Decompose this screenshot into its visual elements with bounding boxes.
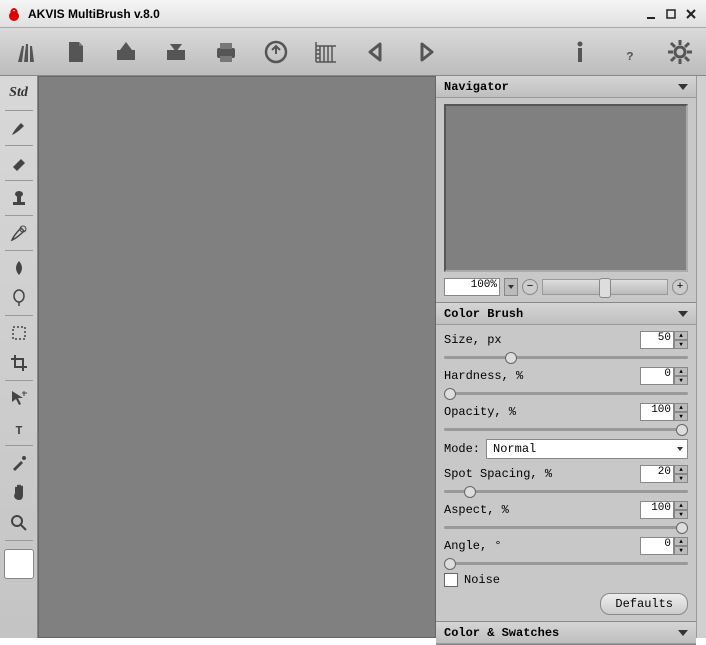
crop-tool[interactable] [2,349,36,377]
mode-select[interactable]: Normal [486,439,688,459]
mode-value: Normal [493,442,536,456]
zoom-in-button[interactable]: + [672,279,688,295]
angle-down[interactable]: ▼ [674,546,688,555]
standard-tools-toggle[interactable]: Std [2,79,36,107]
blur-tool[interactable] [2,254,36,282]
hand-tool[interactable] [2,479,36,507]
tool-sidebar: Std T [0,76,38,638]
color-brush-title: Color Brush [444,307,523,321]
angle-label: Angle, ° [444,539,502,553]
noise-checkbox[interactable] [444,573,458,587]
import-button[interactable] [258,34,294,70]
aspect-slider[interactable] [444,521,688,533]
spot-down[interactable]: ▼ [674,474,688,483]
app-logo-icon [6,6,22,22]
spot-spacing-label: Spot Spacing, % [444,467,552,481]
open-file-button[interactable] [108,34,144,70]
zoom-tool[interactable] [2,509,36,537]
opacity-slider[interactable] [444,423,688,435]
eyedropper-tool[interactable] [2,449,36,477]
zoom-value-field[interactable]: 100% [444,278,500,296]
settings-button[interactable] [662,34,698,70]
angle-slider[interactable] [444,557,688,569]
info-button[interactable] [562,34,598,70]
collapse-icon [678,311,688,317]
opacity-up[interactable]: ▲ [674,403,688,412]
brushes-button[interactable] [8,34,44,70]
selection-tool[interactable] [2,319,36,347]
collapse-icon [678,630,688,636]
color-brush-header[interactable]: Color Brush [436,303,696,325]
hardness-label: Hardness, % [444,369,523,383]
navigator-panel: Navigator 100% − + [436,76,696,303]
lighten-tool[interactable] [2,284,36,312]
back-button[interactable] [358,34,394,70]
maximize-button[interactable] [662,6,680,22]
history-brush-tool[interactable] [2,219,36,247]
size-slider[interactable] [444,351,688,363]
close-button[interactable] [682,6,700,22]
noise-label: Noise [464,573,500,587]
size-down[interactable]: ▼ [674,340,688,349]
chevron-down-icon [677,447,683,451]
aspect-down[interactable]: ▼ [674,510,688,519]
mode-label: Mode: [444,442,480,456]
swatches-title: Color & Swatches [444,626,559,640]
zoom-out-button[interactable]: − [522,279,538,295]
batch-button[interactable] [308,34,344,70]
defaults-button[interactable]: Defaults [600,593,688,615]
collapse-icon [678,84,688,90]
window-title: AKVIS MultiBrush v.8.0 [28,7,160,21]
navigator-preview[interactable] [444,104,688,272]
size-up[interactable]: ▲ [674,331,688,340]
svg-text:?: ? [626,50,633,64]
help-button[interactable]: ? [612,34,648,70]
opacity-down[interactable]: ▼ [674,412,688,421]
spot-spacing-slider[interactable] [444,485,688,497]
titlebar: AKVIS MultiBrush v.8.0 [0,0,706,28]
hardness-slider[interactable] [444,387,688,399]
spot-up[interactable]: ▲ [674,465,688,474]
swatches-header[interactable]: Color & Swatches [436,622,696,644]
brush-tool[interactable] [2,114,36,142]
zoom-dropdown[interactable] [504,278,518,296]
angle-up[interactable]: ▲ [674,537,688,546]
angle-input[interactable]: 0 [640,537,674,555]
spot-spacing-input[interactable]: 20 [640,465,674,483]
color-brush-panel: Color Brush Size, px 50▲▼ Hardness, % [436,303,696,622]
std-label: Std [9,85,28,101]
hardness-up[interactable]: ▲ [674,367,688,376]
panel-scrollbar[interactable] [696,76,706,638]
move-tool[interactable] [2,384,36,412]
minimize-button[interactable] [642,6,660,22]
print-button[interactable] [208,34,244,70]
zoom-slider[interactable] [542,279,668,295]
main-toolbar: ? [0,28,706,76]
navigator-header[interactable]: Navigator [436,76,696,98]
brush-preview [4,549,34,579]
opacity-label: Opacity, % [444,405,516,419]
new-file-button[interactable] [58,34,94,70]
stamp-tool[interactable] [2,184,36,212]
hardness-input[interactable]: 0 [640,367,674,385]
eraser-tool[interactable] [2,149,36,177]
size-input[interactable]: 50 [640,331,674,349]
svg-text:T: T [15,424,22,438]
canvas-area[interactable] [38,76,436,638]
aspect-label: Aspect, % [444,503,509,517]
opacity-input[interactable]: 100 [640,403,674,421]
text-tool[interactable]: T [2,414,36,442]
forward-button[interactable] [408,34,444,70]
right-panels: Navigator 100% − + Color Brush [436,76,696,638]
swatches-panel: Color & Swatches [436,622,696,645]
aspect-input[interactable]: 100 [640,501,674,519]
size-label: Size, px [444,333,502,347]
navigator-title: Navigator [444,80,509,94]
save-file-button[interactable] [158,34,194,70]
aspect-up[interactable]: ▲ [674,501,688,510]
hardness-down[interactable]: ▼ [674,376,688,385]
